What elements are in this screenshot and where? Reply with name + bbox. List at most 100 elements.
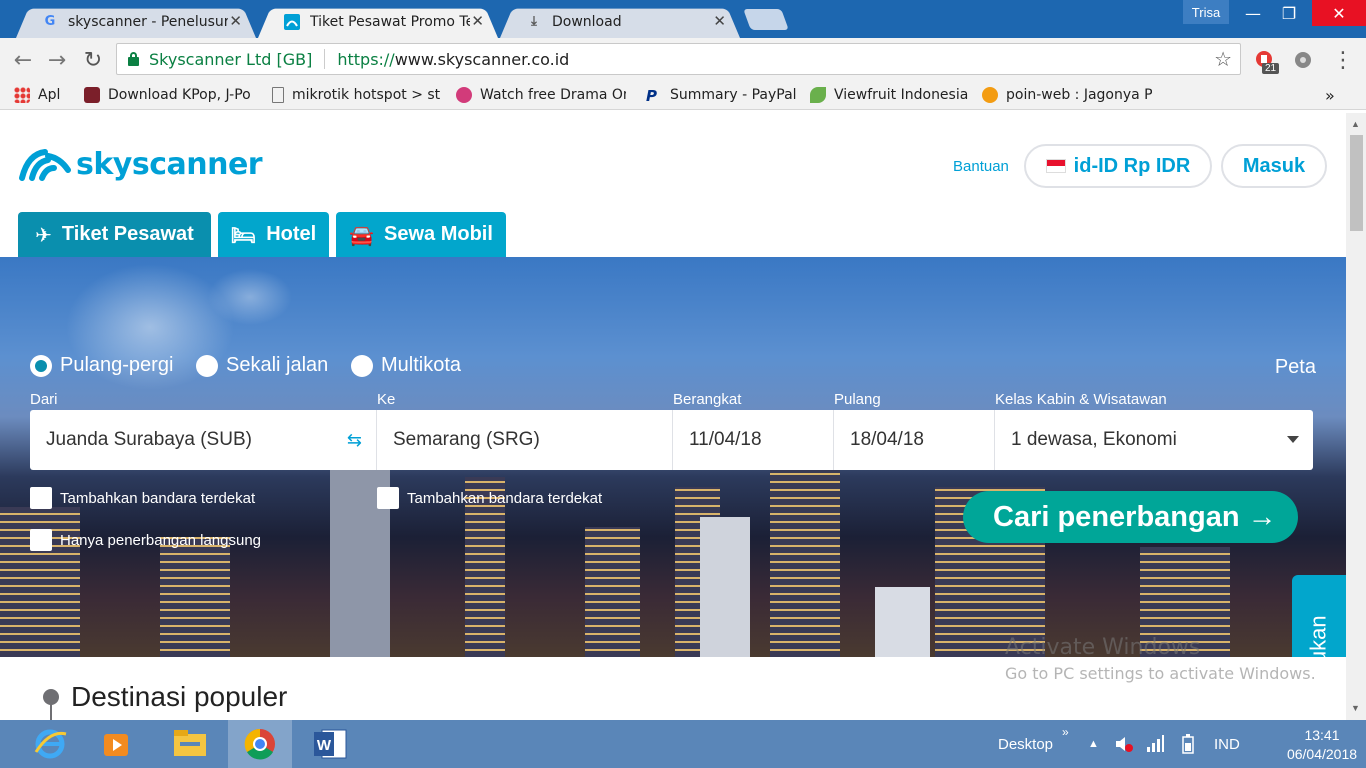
toolbar-expand-icon[interactable]: » [1062, 708, 1069, 756]
more-bookmarks-chevron-icon[interactable]: » [1325, 86, 1335, 104]
trip-type-round[interactable]: Pulang-pergi [30, 354, 173, 377]
tab-label: Tiket Pesawat [61, 223, 194, 245]
battery-icon[interactable] [1182, 720, 1194, 768]
clock-date: 06/04/2018 [1286, 746, 1358, 762]
forward-arrow-icon[interactable]: → [44, 47, 70, 73]
nearby-airports-to-checkbox[interactable]: Tambahkan bandara terdekat [377, 487, 602, 509]
to-input[interactable]: Semarang (SRG) [377, 410, 673, 470]
watermark-subtitle: Go to PC settings to activate Windows. [1005, 664, 1316, 683]
browser-tab[interactable]: ⤓ Download ✕ [500, 5, 740, 38]
bookmark-star-icon[interactable]: ☆ [1214, 47, 1232, 71]
from-label: Dari [30, 391, 58, 408]
tab-car-hire[interactable]: 🚘 Sewa Mobil [336, 212, 506, 257]
bookmark-item[interactable]: Viewfruit Indonesia [810, 86, 970, 104]
windows-taskbar: W Desktop » ▲ IND 13:41 06/04/2018 [0, 720, 1366, 768]
input-language-indicator[interactable]: IND [1214, 720, 1240, 768]
chevron-down-icon [1287, 436, 1299, 443]
clock-time: 13:41 [1304, 727, 1340, 743]
search-flights-button[interactable]: Cari penerbangan → [963, 491, 1298, 543]
bed-icon: 🛏 [230, 222, 257, 247]
svg-text:W: W [317, 737, 332, 754]
checkbox-label: Tambahkan bandara terdekat [407, 489, 603, 507]
help-link[interactable]: Bantuan [953, 158, 1009, 175]
address-bar[interactable]: Skyscanner Ltd [GB] https://www.skyscann… [116, 43, 1241, 75]
desktop-toolbar-label[interactable]: Desktop [998, 720, 1053, 768]
trip-type-multicity[interactable]: Multikota [351, 354, 461, 377]
search-hero: Pulang-pergi Sekali jalan Multikota Peta… [0, 257, 1346, 657]
extension-badge: 21 [1262, 63, 1280, 74]
new-tab-button[interactable] [743, 9, 789, 30]
bookmark-item[interactable]: poin-web : Jagonya P [982, 86, 1152, 104]
checkbox[interactable] [30, 487, 52, 509]
skyline-building [700, 517, 750, 657]
depart-date-input[interactable]: 11/04/18 [673, 410, 834, 470]
bookmark-label: Viewfruit Indonesia [834, 87, 969, 103]
skyline-building [770, 467, 840, 657]
return-date-input[interactable]: 18/04/18 [834, 410, 995, 470]
nearby-airports-from-checkbox[interactable]: Tambahkan bandara terdekat [30, 487, 255, 509]
tab-label: Sewa Mobil [384, 223, 493, 245]
browser-tab[interactable]: G skyscanner - Penelusuran ✕ [16, 5, 256, 38]
skyline-building [160, 537, 230, 657]
cabin-travellers-select[interactable]: 1 dewasa, Ekonomi [995, 410, 1313, 470]
extension-film-icon[interactable] [1290, 47, 1316, 73]
from-input[interactable]: Juanda Surabaya (SUB) ⇆ [30, 410, 377, 470]
menu-kebab-icon[interactable]: ⋮ [1330, 47, 1356, 73]
popular-destinations-heading: Destinasi populer [43, 681, 287, 720]
skyscanner-logo[interactable]: skyscanner [18, 146, 263, 182]
direct-flights-checkbox[interactable]: Hanya penerbangan langsung [30, 529, 261, 551]
radio-selected[interactable] [30, 354, 52, 377]
swap-icon[interactable]: ⇆ [347, 430, 362, 451]
scroll-thumb[interactable] [1350, 135, 1363, 231]
login-button[interactable]: Masuk [1221, 144, 1327, 188]
url-host: www.skyscanner.co.id [394, 49, 570, 69]
reload-icon[interactable]: ↻ [80, 47, 106, 73]
back-arrow-icon[interactable]: ← [10, 47, 36, 73]
close-tab-icon[interactable]: ✕ [713, 12, 726, 30]
bookmark-apps[interactable]: Apl [14, 86, 74, 104]
profile-button[interactable]: Trisa [1183, 0, 1229, 24]
bookmark-item[interactable]: mikrotik hotspot > st [272, 86, 440, 104]
radio[interactable] [196, 354, 218, 377]
show-hidden-icons-icon[interactable]: ▲ [1088, 720, 1099, 768]
browser-tab-active[interactable]: Tiket Pesawat Promo Ter ✕ [258, 5, 498, 38]
radio[interactable] [351, 354, 373, 377]
word-taskbar-icon[interactable]: W [298, 720, 362, 768]
scroll-up-icon[interactable]: ▲ [1351, 119, 1360, 129]
page-scrollbar[interactable]: ▲ ▼ [1346, 113, 1366, 720]
checkbox[interactable] [30, 529, 52, 551]
tab-flights[interactable]: ✈ Tiket Pesawat [18, 212, 211, 257]
close-window-button[interactable]: ✕ [1312, 0, 1366, 26]
locale-button[interactable]: id-ID Rp IDR [1024, 144, 1212, 188]
map-link[interactable]: Peta [1275, 356, 1316, 379]
volume-muted-icon[interactable] [1114, 720, 1134, 768]
search-fields: Juanda Surabaya (SUB) ⇆ Semarang (SRG) 1… [30, 410, 1313, 470]
internet-explorer-icon[interactable] [18, 720, 82, 768]
checkbox[interactable] [377, 487, 399, 509]
file-explorer-icon[interactable] [158, 720, 222, 768]
close-tab-icon[interactable]: ✕ [229, 12, 242, 30]
trip-type-oneway[interactable]: Sekali jalan [196, 354, 328, 377]
network-signal-icon[interactable] [1146, 720, 1164, 768]
scroll-down-icon[interactable]: ▼ [1351, 703, 1360, 713]
paypal-icon: P [646, 87, 657, 104]
close-tab-icon[interactable]: ✕ [471, 12, 484, 30]
leaf-icon [810, 87, 826, 103]
system-clock[interactable]: 13:41 06/04/2018 [1282, 726, 1362, 764]
url-text[interactable]: https://www.skyscanner.co.id [337, 50, 569, 69]
bookmark-item[interactable]: P Summary - PayPal [646, 86, 796, 104]
bookmark-item[interactable]: Download KPop, J-Po [84, 86, 254, 104]
depart-value: 11/04/18 [689, 429, 762, 450]
maximize-button[interactable]: ❐ [1266, 0, 1312, 26]
certificate-name[interactable]: Skyscanner Ltd [GB] [149, 50, 312, 69]
cabin-value: 1 dewasa, Ekonomi [1011, 429, 1177, 450]
watermark-title: Activate Windows [1005, 635, 1201, 660]
return-label: Pulang [834, 391, 881, 408]
checkbox-label: Tambahkan bandara terdekat [60, 489, 256, 507]
media-player-icon[interactable] [84, 720, 148, 768]
coin-icon [982, 87, 998, 103]
tab-hotels[interactable]: 🛏 Hotel [218, 212, 329, 257]
download-icon: ⤓ [531, 14, 537, 29]
bookmark-item[interactable]: Watch free Drama On [456, 86, 626, 104]
chrome-taskbar-icon[interactable] [228, 720, 292, 768]
